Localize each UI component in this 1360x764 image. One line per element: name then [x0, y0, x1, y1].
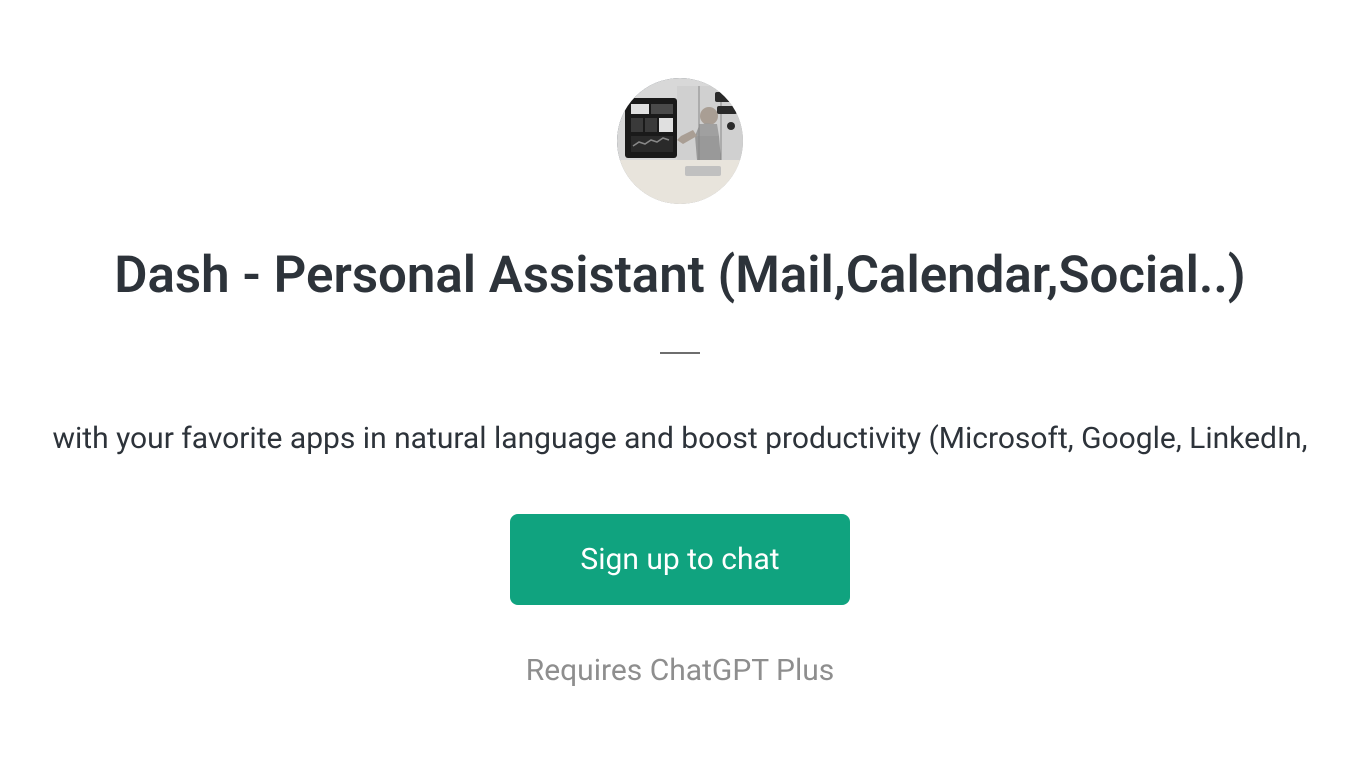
gpt-description: with your favorite apps in natural langu…: [52, 418, 1307, 460]
main-container: Dash - Personal Assistant (Mail,Calendar…: [0, 0, 1360, 688]
requires-plus-label: Requires ChatGPT Plus: [526, 653, 835, 688]
gpt-avatar: [617, 78, 743, 204]
gpt-title: Dash - Personal Assistant (Mail,Calendar…: [114, 244, 1245, 308]
signup-button[interactable]: Sign up to chat: [510, 514, 849, 605]
divider: [660, 352, 700, 354]
